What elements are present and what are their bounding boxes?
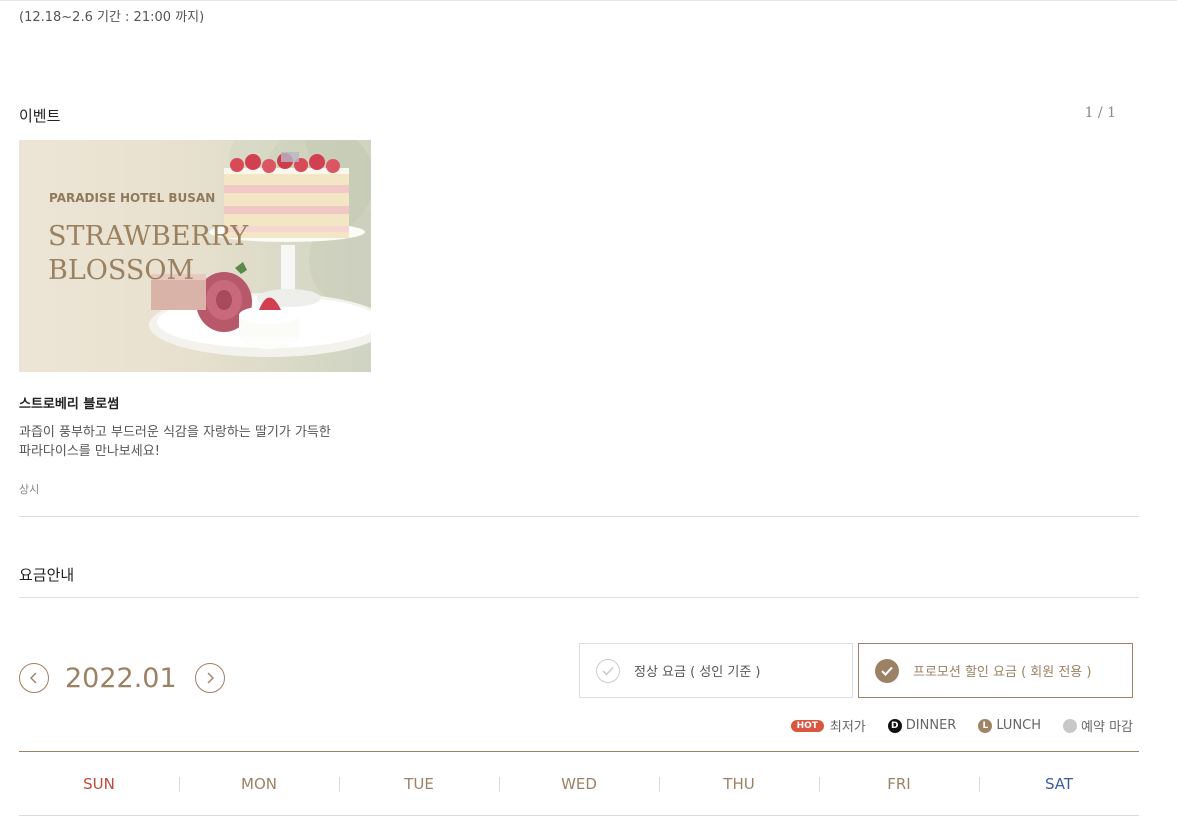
rate-section-title: 요금안내 xyxy=(19,566,75,584)
lunch-icon: L xyxy=(978,718,993,733)
legend-dinner-label: DINNER xyxy=(905,718,957,733)
weekday-fri: FRI xyxy=(819,752,979,815)
weekday-wed: WED xyxy=(499,752,659,815)
check-circle-filled-icon xyxy=(875,658,899,683)
event-desc-line2: 파라다이스를 만나보세요! xyxy=(19,444,160,459)
chevron-left-icon xyxy=(30,672,37,684)
weekday-mon: MON xyxy=(179,752,339,815)
regular-rate-option[interactable]: 정상 요금 ( 성인 기준 ) xyxy=(579,643,853,698)
event-card-period: 상시 xyxy=(19,483,40,496)
current-month: 2022.01 xyxy=(65,662,177,694)
image-title-line1: STRAWBERRY xyxy=(48,221,249,252)
promo-rate-label: 프로모션 할인 요금 ( 회원 전용 ) xyxy=(913,665,1092,680)
image-title-text: STRAWBERRY BLOSSOM xyxy=(48,220,278,288)
event-desc-line1: 과즙이 풍부하고 부드러운 식감을 자랑하는 딸기가 가득한 xyxy=(19,425,331,440)
event-card-title[interactable]: 스트로베리 블로썸 xyxy=(19,393,119,412)
calendar-weekday-header: SUN MON TUE WED THU FRI SAT xyxy=(19,752,1139,815)
weekday-tue: TUE xyxy=(339,752,499,815)
chevron-right-icon xyxy=(207,672,214,684)
legend-lunch-label: LUNCH xyxy=(996,718,1042,733)
regular-rate-label: 정상 요금 ( 성인 기준 ) xyxy=(634,665,761,680)
closed-dot-icon xyxy=(1063,718,1078,733)
event-section-title: 이벤트 xyxy=(19,107,61,125)
promo-rate-option[interactable]: 프로모션 할인 요금 ( 회원 전용 ) xyxy=(858,643,1133,698)
weekday-thu: THU xyxy=(659,752,819,815)
event-paging: 1 / 1 xyxy=(1084,105,1116,121)
next-month-button[interactable] xyxy=(194,663,225,693)
top-border xyxy=(0,0,1177,4)
calendar-legend: HOT 최저가 D DINNER L LUNCH 예약 마감 xyxy=(769,716,1133,735)
month-navigator: 2022.01 xyxy=(19,660,225,696)
dinner-icon: D xyxy=(887,718,902,733)
legend-lunch: L LUNCH xyxy=(978,718,1041,733)
event-card-description: 과즙이 풍부하고 부드러운 식감을 자랑하는 딸기가 가득한 파라다이스를 만나… xyxy=(19,423,364,461)
rate-title-divider xyxy=(19,597,1139,598)
section-divider xyxy=(19,516,1139,517)
hot-badge: HOT xyxy=(790,719,824,732)
legend-closed: 예약 마감 xyxy=(1063,716,1133,735)
calendar-header-bottom-border xyxy=(19,815,1139,816)
legend-hot-label: 최저가 xyxy=(829,720,866,735)
weekday-sun: SUN xyxy=(83,774,115,793)
image-brand-text: PARADISE HOTEL BUSAN xyxy=(49,191,216,205)
event-card-image[interactable]: PARADISE HOTEL BUSAN STRAWBERRY BLOSSOM xyxy=(19,140,371,372)
period-note: (12.18~2.6 기간 : 21:00 까지) xyxy=(19,10,205,25)
legend-dinner: D DINNER xyxy=(887,718,957,733)
check-circle-icon xyxy=(596,658,620,683)
prev-month-button[interactable] xyxy=(19,663,49,693)
weekday-sat: SAT xyxy=(979,752,1139,815)
legend-closed-label: 예약 마감 xyxy=(1081,720,1133,735)
legend-hot: HOT 최저가 xyxy=(790,716,866,735)
image-title-line2: BLOSSOM xyxy=(48,255,195,286)
